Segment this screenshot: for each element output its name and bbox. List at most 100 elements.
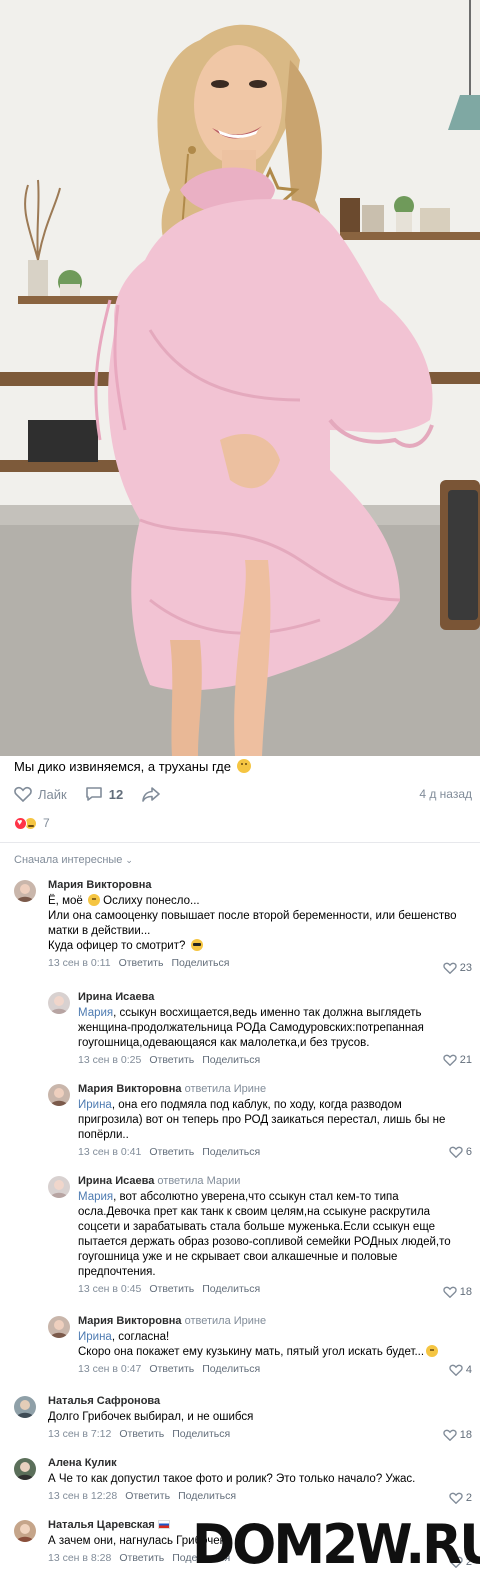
flushed-emoji-icon: [87, 894, 100, 906]
comment-like-count: 18: [459, 1429, 472, 1441]
post-text-content: Мы дико извиняемся, а труханы где: [14, 759, 231, 774]
heart-reaction-icon: [14, 816, 27, 830]
comment-meta: 13 сен в 0:11 Ответить Поделиться: [48, 956, 472, 970]
comment-author[interactable]: Мария Викторовна: [48, 878, 472, 892]
comment-reply: Мария Викторовна ответила Ирине Ирина, с…: [48, 1314, 472, 1384]
avatar[interactable]: [14, 1458, 36, 1480]
avatar[interactable]: [14, 880, 36, 902]
comments-sort-label: Сначала интересные: [14, 854, 123, 866]
avatar[interactable]: [14, 1520, 36, 1542]
reply-button[interactable]: Ответить: [149, 1283, 194, 1295]
reactions-count: 7: [43, 816, 50, 830]
reply-button[interactable]: Ответить: [119, 1552, 164, 1564]
comment-meta: 13 сен в 0:41 Ответить Поделиться: [78, 1145, 468, 1159]
comment-text: Мария, ссыкун восхищается,ведь именно та…: [78, 1007, 424, 1049]
comment-like-button[interactable]: 18: [443, 1429, 472, 1441]
comment-mention[interactable]: Мария: [78, 1191, 113, 1203]
comment-author[interactable]: Алена Кулик: [48, 1456, 472, 1470]
comment-date[interactable]: 13 сен в 0:41: [78, 1146, 141, 1158]
comment-like-button[interactable]: 6: [449, 1146, 472, 1158]
share-arrow-icon: [142, 787, 160, 802]
comment-date[interactable]: 13 сен в 7:12: [48, 1428, 111, 1440]
like-label: Лайк: [38, 786, 67, 802]
comment-meta: 13 сен в 0:45 Ответить Поделиться: [78, 1282, 468, 1296]
avatar[interactable]: [48, 992, 70, 1014]
comment: Наталья Сафронова Долго Грибочек выбирал…: [14, 1394, 472, 1446]
comment-date[interactable]: 13 сен в 0:47: [78, 1363, 141, 1375]
comment-author[interactable]: Ирина Исаева: [78, 990, 468, 1004]
heart-outline-icon: [14, 786, 32, 802]
comment-meta: 13 сен в 12:28 Ответить Поделиться: [48, 1489, 472, 1503]
comment-author[interactable]: Мария Викторовна ответила Ирине: [78, 1082, 468, 1096]
share-comment-button[interactable]: Поделиться: [202, 1363, 260, 1375]
comment-like-button[interactable]: 18: [443, 1286, 472, 1298]
share-button[interactable]: [141, 786, 167, 802]
reply-button[interactable]: Ответить: [149, 1054, 194, 1066]
comment-reply: Ирина Исаева Мария, ссыкун восхищается,в…: [48, 990, 472, 1072]
comment-text: Ё, моё Ослиху понесло... Или она самооце…: [48, 894, 457, 952]
comment-meta: 13 сен в 0:25 Ответить Поделиться: [78, 1053, 468, 1067]
comment-text: Ирина, согласна! Скоро она покажет ему к…: [78, 1330, 468, 1360]
comment-date[interactable]: 13 сен в 0:11: [48, 957, 111, 969]
comment-like-button[interactable]: 4: [449, 1364, 472, 1376]
divider: [0, 842, 480, 843]
comment-text: Долго Грибочек выбирал, и не ошибся: [48, 1411, 254, 1423]
comment-meta: 13 сен в 7:12 Ответить Поделиться: [48, 1427, 472, 1441]
comment-date[interactable]: 13 сен в 12:28: [48, 1490, 117, 1502]
reply-button[interactable]: Ответить: [149, 1146, 194, 1158]
heart-outline-icon: [449, 1492, 463, 1504]
avatar[interactable]: [48, 1176, 70, 1198]
comment-author[interactable]: Ирина Исаева ответила Марии: [78, 1174, 468, 1188]
reply-to-label[interactable]: ответила Марии: [157, 1175, 240, 1187]
share-comment-button[interactable]: Поделиться: [178, 1490, 236, 1502]
reply-to-label[interactable]: ответила Ирине: [185, 1315, 267, 1327]
comment-text: Мария, вот абсолютно уверена,что ссыкун …: [78, 1191, 451, 1278]
comments-button[interactable]: 12: [85, 786, 123, 802]
comment-date[interactable]: 13 сен в 0:25: [78, 1054, 141, 1066]
share-comment-button[interactable]: Поделиться: [172, 1428, 230, 1440]
chevron-down-icon: ⌄: [125, 855, 133, 865]
post-photo-image: [0, 0, 480, 756]
share-comment-button[interactable]: Поделиться: [202, 1283, 260, 1295]
like-button[interactable]: Лайк: [14, 786, 67, 802]
share-comment-button[interactable]: Поделиться: [202, 1054, 260, 1066]
avatar[interactable]: [14, 1396, 36, 1418]
comment-like-button[interactable]: 2: [449, 1492, 472, 1504]
post-actions-bar: Лайк 12 4 д назад: [14, 784, 472, 804]
comment-like-button[interactable]: 21: [443, 1054, 472, 1066]
share-comment-button[interactable]: Поделиться: [202, 1146, 260, 1158]
comment-bubble-icon: [85, 787, 102, 801]
comment-author[interactable]: Наталья Сафронова: [48, 1394, 472, 1408]
post-text: Мы дико извиняемся, а труханы где: [14, 758, 454, 775]
comment-mention[interactable]: Ирина: [78, 1331, 112, 1343]
reply-to-label[interactable]: ответила Ирине: [185, 1083, 267, 1095]
avatar[interactable]: [48, 1316, 70, 1338]
comment-like-count: 23: [459, 962, 472, 974]
comment-author[interactable]: Мария Викторовна ответила Ирине: [78, 1314, 468, 1328]
comment-mention[interactable]: Мария: [78, 1007, 113, 1019]
comment-like-button[interactable]: 23: [443, 962, 472, 974]
share-comment-button[interactable]: Поделиться: [171, 957, 229, 969]
russia-flag-icon: [157, 1520, 170, 1529]
reply-button[interactable]: Ответить: [125, 1490, 170, 1502]
heart-outline-icon: [443, 1429, 457, 1441]
comment-text: А Че то как допустил такое фото и ролик?…: [48, 1473, 416, 1485]
comment-date[interactable]: 13 сен в 0:45: [78, 1283, 141, 1295]
comment-like-count: 18: [459, 1286, 472, 1298]
comments-count: 12: [108, 786, 124, 802]
comment-date[interactable]: 13 сен в 8:28: [48, 1552, 111, 1564]
comment-meta: 13 сен в 0:47 Ответить Поделиться: [78, 1362, 468, 1376]
avatar[interactable]: [48, 1084, 70, 1106]
post-date: 4 д назад: [419, 787, 472, 801]
comment-mention[interactable]: Ирина: [78, 1099, 112, 1111]
grimacing-emoji-icon: [426, 1345, 439, 1357]
heart-outline-icon: [443, 1054, 457, 1066]
reply-button[interactable]: Ответить: [149, 1363, 194, 1375]
comment: Алена Кулик А Че то как допустил такое ф…: [14, 1456, 472, 1508]
reply-button[interactable]: Ответить: [119, 957, 164, 969]
reply-button[interactable]: Ответить: [119, 1428, 164, 1440]
reactions-summary[interactable]: 7: [14, 815, 50, 831]
comments-sort-dropdown[interactable]: Сначала интересные ⌄: [14, 854, 133, 866]
comment-like-count: 21: [459, 1054, 472, 1066]
post-photo[interactable]: [0, 0, 480, 756]
